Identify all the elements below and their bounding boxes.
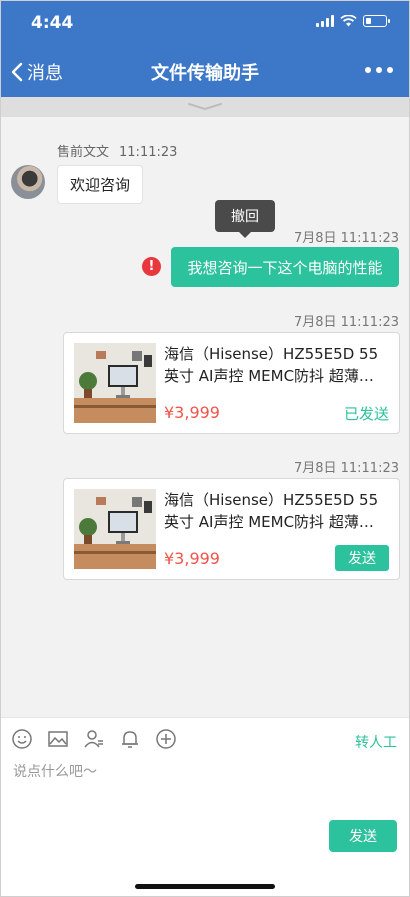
card-timestamp: 7月8日 11:11:23 — [293, 315, 399, 330]
product-title: 海信（Hisense）HZ55E5D 55英寸 AI声控 MEMC防抖 超薄… — [164, 345, 379, 385]
status-time: 4:44 — [31, 13, 74, 33]
wifi-icon — [340, 15, 357, 27]
error-icon[interactable]: ! — [142, 257, 161, 276]
home-indicator — [135, 884, 275, 889]
message-timestamp: 7月8日 11:11:23 — [293, 231, 399, 246]
product-card[interactable]: 海信（Hisense）HZ55E5D 55英寸 AI声控 MEMC防抖 超薄… … — [63, 478, 400, 580]
avatar[interactable] — [11, 165, 45, 199]
more-dot — [365, 67, 371, 73]
sender-name: 售前文文 — [57, 145, 110, 160]
chevron-down-icon — [188, 103, 222, 111]
chevron-left-icon — [11, 62, 23, 82]
back-button[interactable]: 消息 — [11, 59, 63, 85]
input-toolbar — [11, 728, 177, 750]
battery-icon — [363, 15, 390, 27]
product-price: ¥3,999 — [164, 549, 220, 568]
status-icons — [316, 15, 390, 27]
product-card[interactable]: 海信（Hisense）HZ55E5D 55英寸 AI声控 MEMC防抖 超薄… … — [63, 332, 400, 434]
product-image — [74, 489, 156, 569]
image-icon[interactable] — [47, 728, 69, 750]
product-price: ¥3,999 — [164, 403, 220, 422]
app-screen: 4:44 消息 文件传输助手 售前文文 11:11:23 欢迎咨询 撤回 7月8… — [0, 0, 410, 897]
message-input[interactable] — [13, 760, 393, 784]
send-card-button[interactable]: 发送 — [335, 545, 389, 571]
signal-icon — [316, 15, 334, 27]
sent-status: 已发送 — [343, 405, 389, 423]
sender-time: 11:11:23 — [119, 145, 178, 160]
contact-card-icon[interactable] — [83, 728, 105, 750]
more-button[interactable] — [365, 61, 393, 79]
product-title: 海信（Hisense）HZ55E5D 55英寸 AI声控 MEMC防抖 超薄… — [164, 491, 379, 531]
recall-tooltip-button[interactable]: 撤回 — [215, 200, 275, 238]
header-bar: 4:44 消息 文件传输助手 — [1, 1, 409, 97]
input-panel: 转人工 发送 — [1, 717, 409, 896]
service-bell-icon[interactable] — [119, 728, 141, 750]
more-dot — [376, 67, 382, 73]
pull-down-handle[interactable] — [1, 97, 409, 117]
send-button[interactable]: 发送 — [329, 820, 397, 852]
back-label: 消息 — [27, 63, 63, 84]
more-dot — [387, 67, 393, 73]
transfer-to-agent-link[interactable]: 转人工 — [355, 732, 397, 752]
plus-icon[interactable] — [155, 728, 177, 750]
incoming-message-bubble[interactable]: 欢迎咨询 — [57, 165, 144, 204]
card-timestamp: 7月8日 11:11:23 — [293, 461, 399, 476]
emoji-icon[interactable] — [11, 728, 33, 750]
product-image — [74, 343, 156, 423]
sender-line: 售前文文 11:11:23 — [57, 141, 177, 160]
outgoing-message-bubble[interactable]: 我想咨询一下这个电脑的性能 — [171, 247, 399, 287]
